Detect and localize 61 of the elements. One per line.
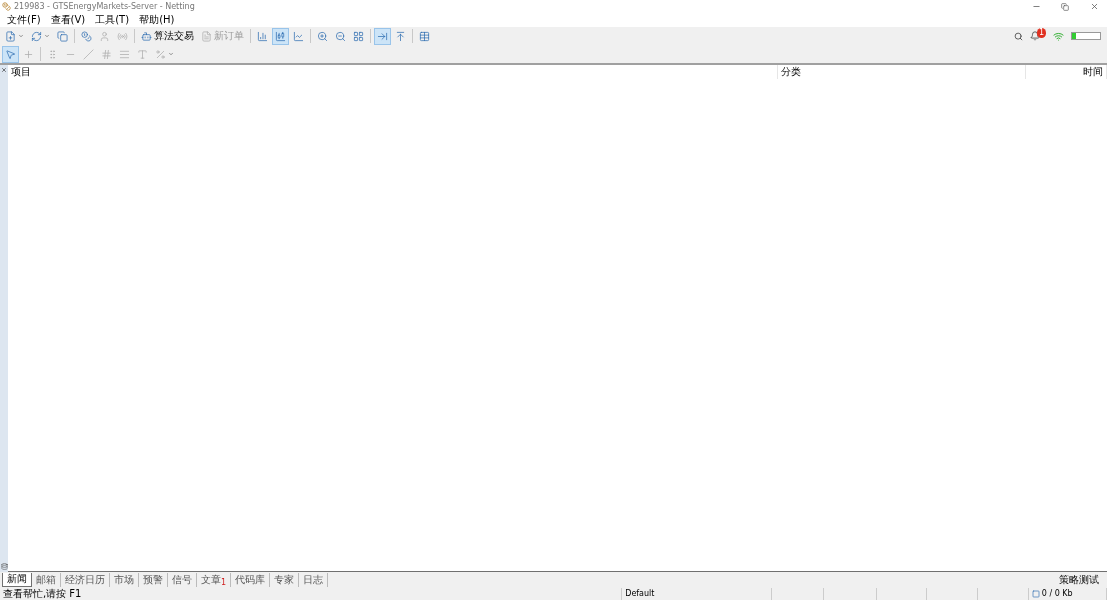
tab[interactable]: 预警 bbox=[139, 572, 168, 587]
tab[interactable]: 邮箱 bbox=[32, 572, 61, 587]
refresh-icon bbox=[31, 30, 42, 42]
close-icon bbox=[1089, 2, 1099, 11]
document-icon bbox=[201, 30, 212, 42]
arrow-up-line-icon bbox=[395, 30, 406, 42]
tab[interactable]: 专家 bbox=[270, 572, 300, 587]
toolbar-button[interactable] bbox=[272, 27, 289, 45]
arrow-right-line-icon bbox=[377, 30, 388, 42]
close-icon[interactable] bbox=[1, 67, 7, 73]
tab[interactable]: 代码库 bbox=[231, 572, 271, 587]
hash-icon bbox=[101, 48, 112, 60]
percent-icon bbox=[155, 48, 166, 60]
menu-item[interactable]: 工具(T) bbox=[90, 13, 135, 27]
status-profile: Default bbox=[625, 589, 655, 598]
tab-count-label: 1 bbox=[221, 577, 227, 587]
candlestick-icon bbox=[275, 30, 286, 42]
toolbar-button[interactable]: 算法交易 bbox=[138, 27, 197, 45]
menu-item[interactable]: 查看(V) bbox=[45, 13, 91, 27]
tab[interactable]: 日志 bbox=[299, 572, 329, 587]
text-icon bbox=[137, 48, 148, 60]
tab[interactable]: 市场 bbox=[110, 572, 139, 587]
tab[interactable]: 新闻 bbox=[2, 572, 32, 587]
menu-item[interactable]: 文件(F) bbox=[2, 13, 46, 27]
zoom-out-icon bbox=[335, 30, 346, 42]
zoom-in-icon bbox=[317, 30, 328, 42]
connection-meter bbox=[1071, 32, 1101, 40]
column-header[interactable]: 项目 bbox=[8, 65, 778, 79]
toolbar-button[interactable] bbox=[2, 45, 19, 63]
radio-icon bbox=[117, 30, 128, 42]
caret-icon bbox=[168, 51, 174, 57]
menu-item[interactable]: 帮助(H) bbox=[134, 13, 180, 27]
restore-icon bbox=[1061, 2, 1069, 11]
user-icon bbox=[99, 30, 110, 42]
line-chart-icon bbox=[293, 30, 304, 42]
column-header[interactable]: 时间 bbox=[1026, 65, 1107, 79]
table-icon bbox=[419, 30, 430, 42]
strategy-tester-tab[interactable]: 策略测试 bbox=[1051, 572, 1107, 587]
signal-icon bbox=[1053, 30, 1064, 42]
notification-count: 1 bbox=[1036, 28, 1046, 38]
lines-icon bbox=[119, 48, 130, 60]
grid-icon bbox=[353, 30, 364, 42]
cursor-icon bbox=[5, 48, 16, 60]
toolbar-button[interactable] bbox=[374, 27, 391, 45]
traffic-icon bbox=[1031, 589, 1040, 598]
app-icon bbox=[2, 2, 11, 11]
search-icon[interactable] bbox=[1013, 31, 1023, 41]
window-title: 219983 - GTSEnergyMarkets-Server - Netting bbox=[14, 2, 196, 11]
caret-icon bbox=[44, 33, 50, 39]
bar-chart-icon bbox=[257, 30, 268, 42]
coins-icon bbox=[81, 30, 92, 42]
robot-icon bbox=[141, 30, 152, 42]
caret-icon bbox=[18, 33, 24, 39]
column-header[interactable]: 分类 bbox=[778, 65, 1026, 79]
tab[interactable]: 经济日历 bbox=[61, 572, 110, 587]
tab[interactable]: 信号 bbox=[168, 572, 197, 587]
crosshair-icon bbox=[23, 48, 34, 60]
copy-icon bbox=[57, 30, 68, 42]
status-traffic: 0 / 0 Kb bbox=[1041, 589, 1073, 598]
status-text: 查看帮忙,请按 F1 bbox=[3, 586, 82, 600]
trend-line-icon bbox=[83, 48, 94, 60]
